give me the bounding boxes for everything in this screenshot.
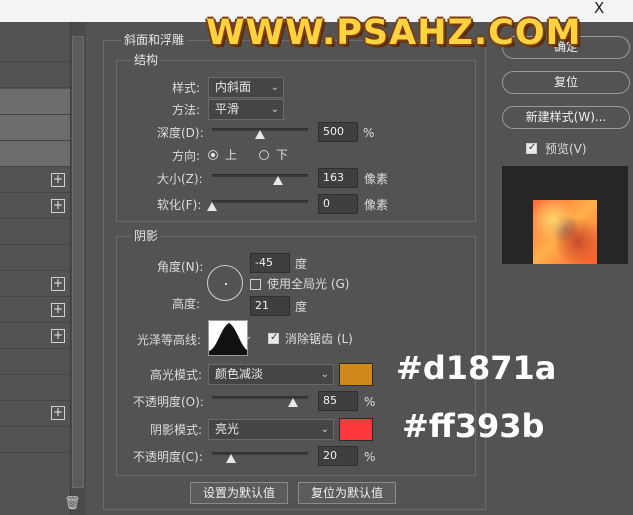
size-input[interactable]: 163 bbox=[318, 168, 358, 188]
soften-slider[interactable] bbox=[212, 200, 308, 203]
depth-input[interactable]: 500 bbox=[318, 122, 358, 142]
chevron-down-icon: ⌄ bbox=[320, 369, 329, 380]
size-unit: 像素 bbox=[364, 172, 389, 186]
shadow-opacity-slider-thumb[interactable] bbox=[226, 454, 236, 463]
make-default-button[interactable]: 设置为默认值 bbox=[190, 482, 288, 504]
scrollbar-thumb[interactable] bbox=[72, 36, 84, 488]
highlight-mode-select[interactable]: 颜色减淡 ⌄ bbox=[208, 364, 334, 385]
shadow-mode-select[interactable]: 亮光 ⌄ bbox=[208, 419, 334, 440]
direction-label: 方向: bbox=[172, 149, 201, 163]
highlight-mode-value: 颜色减淡 bbox=[215, 367, 264, 381]
chevron-down-icon: ⌄ bbox=[270, 104, 279, 115]
add-effect-icon[interactable]: + bbox=[51, 277, 65, 291]
angle-label: 角度(N): bbox=[157, 260, 204, 274]
preview-checkbox[interactable] bbox=[526, 142, 537, 154]
style-value: 内斜面 bbox=[215, 80, 252, 94]
list-item-selected[interactable] bbox=[0, 115, 70, 141]
add-effect-icon[interactable]: + bbox=[51, 329, 65, 343]
shadow-hex-annotation: #ff393b bbox=[402, 407, 545, 445]
chevron-down-icon[interactable]: ⌄ bbox=[244, 332, 252, 342]
trash-icon[interactable]: 🗑 bbox=[64, 497, 81, 510]
highlight-opacity-label: 不透明度(O): bbox=[133, 395, 204, 409]
style-select[interactable]: 内斜面 ⌄ bbox=[208, 77, 284, 98]
highlight-hex-annotation: #d1871a bbox=[396, 349, 557, 387]
technique-value: 平滑 bbox=[215, 102, 240, 116]
shadow-opacity-label: 不透明度(C): bbox=[133, 450, 203, 464]
size-label: 大小(Z): bbox=[157, 172, 203, 186]
add-effect-icon[interactable]: + bbox=[51, 173, 65, 187]
shading-title: 阴影 bbox=[131, 230, 162, 242]
watermark: WWW.PSAHZ.COM bbox=[206, 13, 582, 53]
add-effect-icon[interactable]: + bbox=[51, 406, 65, 420]
shadow-opacity-input[interactable]: 20 bbox=[318, 446, 358, 466]
soften-input[interactable]: 0 bbox=[318, 194, 358, 214]
angle-dial-center bbox=[225, 283, 227, 285]
list-item-selected[interactable] bbox=[0, 141, 70, 167]
anti-aliased-checkbox[interactable] bbox=[268, 332, 279, 344]
direction-up-label: 上 bbox=[225, 148, 238, 162]
shadow-mode-label: 阴影模式: bbox=[150, 423, 203, 437]
angle-unit: 度 bbox=[295, 257, 308, 271]
chevron-down-icon: ⌄ bbox=[320, 424, 329, 435]
list-item[interactable] bbox=[0, 349, 70, 375]
angle-input[interactable]: -45 bbox=[250, 253, 290, 273]
direction-down-label: 下 bbox=[276, 148, 289, 162]
soften-label: 软化(F): bbox=[157, 198, 202, 212]
list-item[interactable] bbox=[0, 427, 70, 453]
altitude-input[interactable]: 21 bbox=[250, 296, 290, 316]
list-item[interactable] bbox=[0, 245, 70, 271]
new-style-button[interactable]: 新建样式(W)... bbox=[502, 106, 630, 129]
add-effect-icon[interactable]: + bbox=[51, 199, 65, 213]
style-label: 样式: bbox=[172, 81, 201, 95]
highlight-opacity-slider-thumb[interactable] bbox=[288, 398, 298, 407]
structure-title: 结构 bbox=[131, 54, 162, 66]
depth-label: 深度(D): bbox=[157, 126, 204, 140]
section-title: 斜面和浮雕 bbox=[121, 34, 188, 46]
style-preview-thumbnail bbox=[533, 200, 597, 264]
list-item[interactable] bbox=[0, 375, 70, 401]
size-slider-thumb[interactable] bbox=[273, 176, 283, 185]
list-item[interactable] bbox=[0, 62, 70, 88]
size-slider[interactable] bbox=[212, 174, 308, 177]
shadow-color-swatch[interactable] bbox=[339, 418, 373, 441]
depth-slider-thumb[interactable] bbox=[255, 130, 265, 139]
reset-default-button[interactable]: 复位为默认值 bbox=[298, 482, 396, 504]
anti-aliased-label: 消除锯齿 (L) bbox=[285, 332, 353, 346]
direction-down-radio[interactable] bbox=[259, 150, 269, 160]
gloss-contour-label: 光泽等高线: bbox=[137, 333, 202, 347]
reset-button[interactable]: 复位 bbox=[502, 71, 630, 94]
direction-up-radio[interactable] bbox=[208, 150, 218, 160]
highlight-color-swatch[interactable] bbox=[339, 363, 373, 386]
soften-unit: 像素 bbox=[364, 198, 389, 212]
global-light-checkbox[interactable] bbox=[250, 279, 261, 290]
technique-select[interactable]: 平滑 ⌄ bbox=[208, 99, 284, 120]
list-item[interactable] bbox=[0, 36, 70, 62]
shadow-mode-value: 亮光 bbox=[215, 422, 240, 436]
list-item-selected[interactable] bbox=[0, 89, 70, 115]
soften-slider-thumb[interactable] bbox=[207, 202, 217, 211]
highlight-opacity-input[interactable]: 85 bbox=[318, 391, 358, 411]
technique-label: 方法: bbox=[172, 103, 201, 117]
shadow-opacity-unit: % bbox=[364, 450, 376, 464]
list-item[interactable] bbox=[0, 219, 70, 245]
highlight-opacity-unit: % bbox=[364, 395, 376, 409]
add-effect-icon[interactable]: + bbox=[51, 303, 65, 317]
global-light-label: 使用全局光 (G) bbox=[267, 277, 350, 291]
highlight-mode-label: 高光模式: bbox=[150, 368, 203, 382]
altitude-label: 高度: bbox=[172, 297, 201, 311]
close-icon[interactable]: X bbox=[594, 1, 604, 16]
chevron-down-icon: ⌄ bbox=[270, 82, 279, 93]
depth-unit: % bbox=[363, 126, 375, 140]
preview-label: 预览(V) bbox=[545, 142, 587, 156]
altitude-unit: 度 bbox=[295, 300, 308, 314]
gloss-contour-picker[interactable] bbox=[208, 320, 248, 356]
